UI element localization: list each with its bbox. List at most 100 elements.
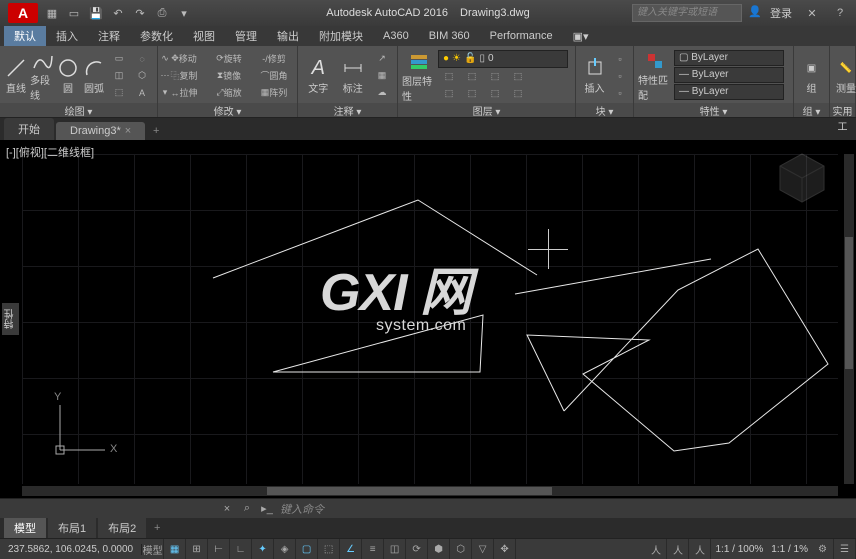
gizmo-icon[interactable]: ✥ — [494, 539, 516, 559]
scale-display-2[interactable]: 1:1 / 1% — [767, 544, 812, 555]
qat-undo-icon[interactable]: ↶ — [110, 5, 126, 21]
osnap-icon[interactable]: ▢ — [296, 539, 318, 559]
dim-button[interactable]: 标注 — [337, 50, 370, 102]
cmd-close-icon[interactable]: × — [220, 502, 234, 516]
layout1-tab[interactable]: 布局1 — [48, 518, 96, 538]
layer-mini-icon[interactable]: ⬚ — [507, 69, 529, 85]
draw-mini-icon[interactable]: ▭ — [108, 51, 130, 67]
trim-button[interactable]: -/ 修剪 — [252, 51, 296, 67]
snap-toggle-icon[interactable]: ⊞ — [186, 539, 208, 559]
layer-mini-icon[interactable]: ⬚ — [484, 86, 506, 102]
layer-mini-icon[interactable]: ⬚ — [438, 69, 460, 85]
block-mini-icon[interactable]: ▫ — [611, 68, 629, 84]
qat-print-icon[interactable]: ⎙ — [154, 5, 170, 21]
cycling-icon[interactable]: ⟳ — [406, 539, 428, 559]
drawing-tab[interactable]: Drawing3*× — [56, 122, 145, 140]
tab-performance[interactable]: Performance — [480, 28, 563, 44]
panel-group-label[interactable]: 组 ▾ — [794, 103, 829, 117]
panel-draw-label[interactable]: 绘图 ▾ — [0, 103, 157, 117]
app-menu-button[interactable]: A — [8, 3, 38, 23]
tab-manage[interactable]: 管理 — [225, 26, 267, 46]
filter-icon[interactable]: ▽ — [472, 539, 494, 559]
drawing-area[interactable]: [-][俯视][二维线框] 特性 GXI 网 system.com X Y — [0, 140, 856, 498]
transparency-icon[interactable]: ◫ — [384, 539, 406, 559]
close-tab-icon[interactable]: × — [125, 125, 131, 137]
group-button[interactable]: ▣组 — [798, 50, 825, 102]
leader-icon[interactable]: ↗ — [371, 51, 393, 67]
fillet-button[interactable]: ⌒ 圆角 — [252, 68, 296, 84]
lineweight-icon[interactable]: ≡ — [362, 539, 384, 559]
3dosnap-icon[interactable]: ⬚ — [318, 539, 340, 559]
arc-button[interactable]: 圆弧 — [82, 50, 106, 102]
linetype-combo[interactable]: — ByLayer — [674, 84, 784, 100]
stretch-button[interactable]: ↔ 拉伸 — [162, 85, 206, 101]
polyline-button[interactable]: 多段线 — [30, 50, 54, 102]
qat-redo-icon[interactable]: ↷ — [132, 5, 148, 21]
coordinates[interactable]: 237.5862, 106.0245, 0.0000 — [0, 544, 142, 555]
layer-mini-icon[interactable]: ⬚ — [438, 86, 460, 102]
infer-icon[interactable]: ⊢ — [208, 539, 230, 559]
command-line[interactable]: × ⌕ ▸_ 键入命令 — [0, 498, 856, 518]
tab-parametric[interactable]: 参数化 — [130, 26, 183, 46]
table-icon[interactable]: ▦ — [371, 68, 393, 84]
layer-mini-icon[interactable]: ⬚ — [461, 69, 483, 85]
copy-button[interactable]: ⿻ 复制 — [162, 68, 206, 84]
customize-icon[interactable]: ☰ — [834, 539, 856, 559]
scale-button[interactable]: ⤢ 缩放 — [207, 85, 251, 101]
array-button[interactable]: ▦ 阵列 — [252, 85, 296, 101]
exchange-icon[interactable]: ✕ — [804, 5, 820, 21]
grid-toggle-icon[interactable]: ▦ — [164, 539, 186, 559]
iso-icon[interactable]: ◈ — [274, 539, 296, 559]
panel-block-label[interactable]: 块 ▾ — [576, 103, 633, 117]
layer-mini-icon[interactable]: ⬚ — [507, 86, 529, 102]
3d-icon[interactable]: ⬢ — [428, 539, 450, 559]
tab-output[interactable]: 输出 — [267, 26, 309, 46]
tab-addins[interactable]: 附加模块 — [309, 26, 373, 46]
cloud-icon[interactable]: ☁ — [371, 85, 393, 101]
qat-save-icon[interactable]: 💾 — [88, 5, 104, 21]
signin-label[interactable]: 登录 — [770, 5, 792, 21]
model-tab[interactable]: 模型 — [4, 518, 46, 538]
qat-new-icon[interactable]: ▦ — [44, 5, 60, 21]
draw-mini-icon[interactable]: A — [131, 85, 153, 101]
tab-default[interactable]: 默认 — [4, 26, 46, 46]
annotation-scale-icon[interactable]: 人 — [645, 539, 667, 559]
layout2-tab[interactable]: 布局2 — [98, 518, 146, 538]
search-input[interactable]: 键入关键字或短语 — [632, 4, 742, 22]
panel-props-label[interactable]: 特性 ▾ — [634, 103, 793, 117]
tab-a360[interactable]: A360 — [373, 28, 419, 44]
h-scrollbar[interactable] — [22, 486, 838, 496]
scale-display[interactable]: 1:1 / 100% — [711, 544, 767, 555]
add-layout-button[interactable]: + — [148, 519, 166, 537]
signin-icon[interactable]: 👤 — [748, 5, 764, 21]
layer-props-button[interactable]: 图层特性 — [402, 50, 436, 102]
tab-annotate[interactable]: 注释 — [88, 26, 130, 46]
v-scrollbar[interactable] — [844, 154, 854, 484]
line-button[interactable]: 直线 — [4, 50, 28, 102]
otrack-icon[interactable]: ∠ — [340, 539, 362, 559]
circle-button[interactable]: 圆 — [56, 50, 80, 102]
block-mini-icon[interactable]: ▫ — [611, 51, 629, 67]
draw-mini-icon[interactable]: ◌ — [131, 51, 153, 67]
help-icon[interactable]: ? — [832, 5, 848, 21]
tab-insert[interactable]: 插入 — [46, 26, 88, 46]
move-button[interactable]: ✥ 移动 — [162, 51, 206, 67]
new-tab-button[interactable]: + — [147, 122, 165, 140]
layer-mini-icon[interactable]: ⬚ — [484, 69, 506, 85]
panel-annot-label[interactable]: 注释 ▾ — [298, 103, 397, 117]
dyn-ucs-icon[interactable]: ⬡ — [450, 539, 472, 559]
start-tab[interactable]: 开始 — [4, 118, 54, 140]
mirror-button[interactable]: ⧗ 镜像 — [207, 68, 251, 84]
qat-open-icon[interactable]: ▭ — [66, 5, 82, 21]
measure-button[interactable]: 📏测量 — [834, 50, 856, 102]
panel-modify-label[interactable]: 修改 ▾ — [158, 103, 297, 117]
cmd-recent-icon[interactable]: ⌕ — [240, 502, 254, 516]
ortho-icon[interactable]: ∟ — [230, 539, 252, 559]
qat-more-icon[interactable]: ▾ — [176, 5, 192, 21]
tab-view[interactable]: 视图 — [183, 26, 225, 46]
tab-bim360[interactable]: BIM 360 — [419, 28, 480, 44]
draw-mini-icon[interactable]: ⬡ — [131, 68, 153, 84]
model-space-button[interactable]: 模型 — [142, 539, 164, 559]
lineweight-combo[interactable]: — ByLayer — [674, 67, 784, 83]
polar-icon[interactable]: ✦ — [252, 539, 274, 559]
